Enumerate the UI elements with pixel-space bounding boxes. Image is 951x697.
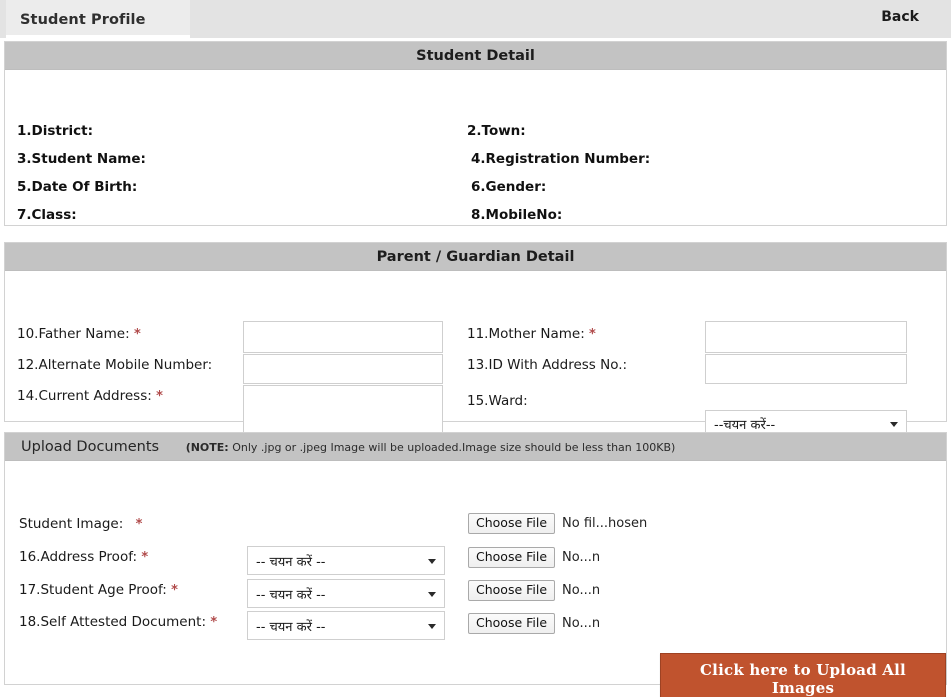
- label-student-name: 3.Student Name:: [17, 151, 146, 167]
- mother-name-input[interactable]: [705, 321, 907, 353]
- label-current-address: 14.Current Address: *: [17, 388, 163, 404]
- alternate-mobile-input[interactable]: [243, 354, 443, 384]
- address-proof-file-name: No...n: [562, 550, 601, 565]
- address-proof-select[interactable]: -- चयन करें --: [247, 546, 445, 575]
- student-detail-body: 1.District: 2.Town: 3.Student Name: 4.Re…: [5, 70, 946, 225]
- parent-guardian-body: 10.Father Name: * 11.Mother Name: * 12.A…: [5, 271, 946, 437]
- address-proof-file-row[interactable]: Choose File No...n: [468, 547, 600, 568]
- student-image-file-name: No fil...hosen: [562, 516, 648, 531]
- upload-documents-body: Student Image: * Choose File No fil...ho…: [5, 461, 946, 697]
- tab-student-profile-label: Student Profile: [20, 12, 146, 28]
- top-tab-bar: Student Profile Back: [0, 0, 951, 38]
- label-student-age-proof: 17.Student Age Proof: *: [19, 582, 178, 598]
- student-image-required-mark: *: [135, 517, 143, 532]
- label-district: 1.District:: [17, 123, 93, 139]
- label-father-name: 10.Father Name: *: [17, 326, 141, 342]
- label-class: 7.Class:: [17, 207, 77, 223]
- self-attested-document-select-value[interactable]: -- चयन करें --: [247, 611, 445, 640]
- self-attested-document-file-name: No...n: [562, 616, 601, 631]
- label-mother-name-text: 11.Mother Name:: [467, 326, 585, 342]
- label-ward: 15.Ward:: [467, 393, 528, 409]
- self-attested-document-choose-file-button[interactable]: Choose File: [468, 613, 556, 634]
- label-self-attested-document-text: 18.Self Attested Document:: [19, 614, 207, 630]
- label-student-age-proof-text: 17.Student Age Proof:: [19, 582, 167, 598]
- tab-student-profile[interactable]: Student Profile: [6, 0, 190, 38]
- upload-documents-header: Upload Documents (NOTE: Only .jpg or .jp…: [5, 433, 946, 461]
- student-age-proof-choose-file-button[interactable]: Choose File: [468, 580, 556, 601]
- label-current-address-text: 14.Current Address:: [17, 388, 152, 404]
- label-address-proof-text: 16.Address Proof:: [19, 549, 138, 565]
- label-father-name-text: 10.Father Name:: [17, 326, 130, 342]
- upload-documents-title: Upload Documents: [21, 439, 160, 455]
- upload-note: (NOTE: Only .jpg or .jpeg Image will be …: [186, 441, 676, 454]
- student-age-proof-file-row[interactable]: Choose File No...n: [468, 580, 600, 601]
- student-detail-header: Student Detail: [5, 42, 946, 70]
- student-age-proof-select-value[interactable]: -- चयन करें --: [247, 579, 445, 608]
- label-id-with-address: 13.ID With Address No.:: [467, 357, 627, 373]
- label-registration-number: 4.Registration Number:: [471, 151, 651, 167]
- father-name-required-mark: *: [133, 327, 141, 342]
- back-link[interactable]: Back: [881, 9, 919, 25]
- label-id-with-address-text: 13.ID With Address No.:: [467, 357, 628, 373]
- upload-documents-panel: Upload Documents (NOTE: Only .jpg or .jp…: [4, 432, 947, 697]
- label-address-proof: 16.Address Proof: *: [19, 549, 148, 565]
- current-address-required-mark: *: [156, 389, 163, 404]
- student-age-proof-file-name: No...n: [562, 583, 601, 598]
- label-alternate-mobile-text: 12.Alternate Mobile Number:: [17, 357, 213, 373]
- student-image-file-row[interactable]: Choose File No fil...hosen: [468, 513, 647, 534]
- label-alternate-mobile: 12.Alternate Mobile Number:: [17, 357, 212, 373]
- student-detail-panel: Student Detail 1.District: 2.Town: 3.Stu…: [4, 41, 947, 226]
- father-name-input[interactable]: [243, 321, 443, 353]
- current-address-textarea[interactable]: [243, 385, 443, 435]
- id-with-address-input[interactable]: [705, 354, 907, 384]
- self-attested-document-select[interactable]: -- चयन करें --: [247, 611, 445, 640]
- self-attested-document-file-row[interactable]: Choose File No...n: [468, 613, 600, 634]
- upload-note-text: Only .jpg or .jpeg Image will be uploade…: [228, 441, 676, 454]
- student-profile-page: Student Profile Back Student Detail 1.Di…: [0, 0, 951, 697]
- label-student-image: Student Image: *: [19, 516, 142, 532]
- label-student-image-text: Student Image:: [19, 516, 124, 532]
- address-proof-select-value[interactable]: -- चयन करें --: [247, 546, 445, 575]
- parent-guardian-panel: Parent / Guardian Detail 10.Father Name:…: [4, 242, 947, 437]
- label-gender: 6.Gender:: [471, 179, 547, 195]
- label-self-attested-document: 18.Self Attested Document: *: [19, 614, 217, 630]
- label-date-of-birth: 5.Date Of Birth:: [17, 179, 138, 195]
- self-attested-document-required-mark: *: [210, 615, 218, 630]
- label-town: 2.Town:: [467, 123, 526, 139]
- student-image-choose-file-button[interactable]: Choose File: [468, 513, 556, 534]
- label-ward-text: 15.Ward:: [467, 393, 528, 409]
- student-age-proof-required-mark: *: [171, 583, 178, 598]
- label-mobile-no: 8.MobileNo:: [471, 207, 563, 223]
- upload-all-images-button[interactable]: Click here to Upload All Images: [660, 653, 946, 697]
- upload-note-prefix: (NOTE:: [185, 441, 229, 454]
- address-proof-required-mark: *: [141, 550, 149, 565]
- mother-name-required-mark: *: [589, 327, 596, 342]
- student-age-proof-select[interactable]: -- चयन करें --: [247, 579, 445, 608]
- parent-guardian-header: Parent / Guardian Detail: [5, 243, 946, 271]
- label-mother-name: 11.Mother Name: *: [467, 326, 596, 342]
- address-proof-choose-file-button[interactable]: Choose File: [468, 547, 556, 568]
